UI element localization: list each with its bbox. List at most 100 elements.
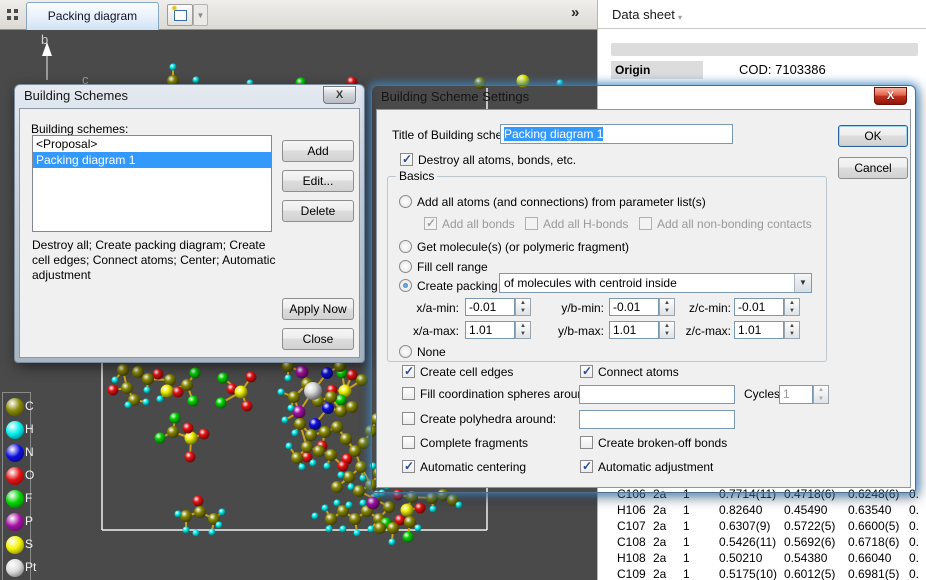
- scheme-list-item[interactable]: Packing diagram 1: [33, 152, 271, 168]
- create-cell-edges-label: Create cell edges: [420, 365, 513, 379]
- close-button[interactable]: Close: [282, 328, 354, 350]
- create-cell-edges-checkbox[interactable]: [402, 365, 415, 378]
- range-input[interactable]: 1.01: [465, 321, 515, 339]
- spin-down-icon: ▼: [516, 307, 530, 315]
- table-cell: 2a: [653, 534, 683, 550]
- broken-bonds-checkbox[interactable]: [580, 436, 593, 449]
- cancel-button[interactable]: Cancel: [838, 157, 908, 179]
- ok-button[interactable]: OK: [838, 125, 908, 147]
- table-cell: 2a: [653, 502, 683, 518]
- range-label: y/b-max:: [542, 324, 604, 338]
- get-molecules-radio[interactable]: [399, 240, 412, 253]
- origin-label: Origin: [611, 61, 703, 79]
- table-cell: 1: [683, 566, 719, 580]
- grip-icon[interactable]: [7, 9, 20, 22]
- create-packing-radio[interactable]: [399, 279, 412, 292]
- table-row[interactable]: C1072a10.6307(9)0.5722(5)0.6600(5)0.: [617, 518, 926, 534]
- table-cell: 2a: [653, 550, 683, 566]
- range-input[interactable]: 1.01: [734, 321, 784, 339]
- spinner[interactable]: ▲▼: [784, 321, 800, 339]
- range-input[interactable]: -0.01: [465, 298, 515, 316]
- add-button[interactable]: Add: [282, 140, 354, 162]
- legend-item-S: S: [3, 534, 30, 557]
- atom-sphere-icon: [6, 559, 24, 577]
- new-view-dropdown-button[interactable]: ▼: [193, 4, 208, 26]
- spin-down-icon: ▼: [785, 330, 799, 338]
- datasheet-title: Data sheet: [612, 7, 675, 22]
- add-all-hbonds-label: Add all H-bonds: [543, 217, 628, 231]
- close-icon[interactable]: X: [323, 86, 356, 104]
- add-all-bonds-checkbox: [424, 217, 437, 230]
- table-row[interactable]: H1062a10.826400.454900.635400.: [617, 502, 926, 518]
- dialog-body: Title of Building scheme: Packing diagra…: [376, 109, 911, 488]
- table-cell: 0.: [909, 534, 926, 550]
- apply-now-button[interactable]: Apply Now: [282, 298, 354, 320]
- auto-adjustment-label: Automatic adjustment: [598, 460, 713, 474]
- table-cell: 0.5426(11): [719, 534, 784, 550]
- table-cell: 0.6600(5): [848, 518, 909, 534]
- complete-fragments-checkbox[interactable]: [402, 436, 415, 449]
- legend-item-F: F: [3, 488, 30, 511]
- table-row[interactable]: C1092a10.5175(10)0.6012(5)0.6981(5)0.: [617, 566, 926, 580]
- atom-sphere-icon: [6, 536, 24, 554]
- table-cell: 0.: [909, 550, 926, 566]
- fill-coordination-input[interactable]: [579, 385, 735, 404]
- table-cell: 0.6307(9): [719, 518, 784, 534]
- add-all-atoms-radio[interactable]: [399, 195, 412, 208]
- delete-button[interactable]: Delete: [282, 200, 354, 222]
- spinner[interactable]: ▲▼: [784, 298, 800, 316]
- create-polyhedra-input[interactable]: [579, 410, 735, 429]
- new-view-button[interactable]: [167, 4, 193, 26]
- fill-coordination-label: Fill coordination spheres around:: [420, 387, 594, 401]
- packing-mode-combobox[interactable]: of molecules with centroid inside ▼: [499, 273, 812, 293]
- legend-label: P: [25, 514, 33, 528]
- table-row[interactable]: C1082a10.5426(11)0.5692(6)0.6718(6)0.: [617, 534, 926, 550]
- atom-sphere-icon: [6, 444, 24, 462]
- auto-adjustment-checkbox[interactable]: [580, 460, 593, 473]
- building-schemes-dialog: Building Schemes X Building schemes: <Pr…: [14, 84, 365, 363]
- connect-atoms-checkbox[interactable]: [580, 365, 593, 378]
- legend-item-N: N: [3, 442, 30, 465]
- create-polyhedra-label: Create polyhedra around:: [420, 412, 556, 426]
- table-cell: 0.: [909, 518, 926, 534]
- create-polyhedra-checkbox[interactable]: [402, 412, 415, 425]
- fill-cell-range-radio[interactable]: [399, 260, 412, 273]
- legend-item-H: H: [3, 419, 30, 442]
- table-cell: H106: [617, 502, 653, 518]
- table-cell: 0.63540: [848, 502, 909, 518]
- spin-up-icon: ▲: [785, 299, 799, 307]
- tab-packing-diagram[interactable]: Packing diagram: [26, 2, 159, 30]
- edit-button[interactable]: Edit...: [282, 170, 354, 192]
- close-icon[interactable]: X: [874, 87, 907, 105]
- range-input[interactable]: -0.01: [734, 298, 784, 316]
- origin-value: COD: 7103386: [739, 61, 826, 79]
- range-input[interactable]: -0.01: [609, 298, 659, 316]
- atom-sphere-icon: [6, 421, 24, 439]
- fill-cell-range-label: Fill cell range: [417, 260, 488, 274]
- fill-coordination-checkbox[interactable]: [402, 387, 415, 400]
- title-field-input[interactable]: Packing diagram 1: [500, 124, 733, 144]
- cycles-spinner: ▲▼: [813, 385, 829, 404]
- tab-overflow-chevrons[interactable]: »: [571, 4, 579, 21]
- basics-group-label: Basics: [396, 169, 437, 183]
- destroy-all-checkbox[interactable]: [400, 153, 413, 166]
- atom-sphere-icon: [6, 513, 24, 531]
- scheme-list-item[interactable]: <Proposal>: [33, 136, 271, 152]
- new-window-icon: [174, 10, 187, 21]
- table-cell: 0.: [909, 502, 926, 518]
- table-row[interactable]: H1082a10.502100.543800.660400.: [617, 550, 926, 566]
- legend-label: N: [25, 445, 34, 459]
- dropdown-triangle-icon[interactable]: ▾: [678, 13, 682, 22]
- auto-centering-checkbox[interactable]: [402, 460, 415, 473]
- schemes-listbox[interactable]: <Proposal>Packing diagram 1: [32, 135, 272, 232]
- table-cell: 2a: [653, 518, 683, 534]
- scheme-description: Destroy all; Create packing diagram; Cre…: [32, 238, 284, 283]
- chevron-down-icon[interactable]: ▼: [794, 274, 811, 292]
- atom-table[interactable]: C1062a10.7714(11)0.4718(6)0.6248(6)0.H10…: [598, 480, 926, 580]
- range-input[interactable]: 1.01: [609, 321, 659, 339]
- none-radio[interactable]: [399, 345, 412, 358]
- spinner[interactable]: ▲▼: [515, 321, 531, 339]
- spinner[interactable]: ▲▼: [515, 298, 531, 316]
- legend-item-O: O: [3, 465, 30, 488]
- table-cell: 0.66040: [848, 550, 909, 566]
